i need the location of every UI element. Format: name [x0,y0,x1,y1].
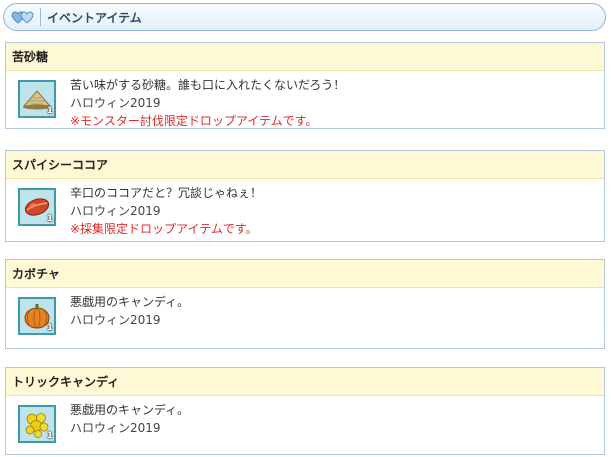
candy-cluster-icon[interactable]: 1 [18,405,56,443]
item-card-pumpkin: カボチャ 1 悪戯用のキャンディ。 ハロウィン2019 [5,259,605,349]
pumpkin-icon[interactable]: 1 [18,297,56,335]
item-count: 1 [46,323,53,333]
item-card-trick-candy: トリックキャンディ 1 悪戯用のキャンディ。 ハロウィン2019 [5,367,605,455]
sugar-pile-icon[interactable]: 1 [18,80,56,118]
item-text: 悪戯用のキャンディ。 ハロウィン2019 [70,293,189,329]
item-count: 1 [46,214,53,224]
item-description: 辛口のココアだと？冗談じゃねぇ！ [70,186,263,200]
double-heart-icon [11,11,34,24]
item-card-bitter-sugar: 苦砂糖 1 苦い味がする砂糖。誰も口に入れたくないだろう！ ハロウィン2019 … [5,42,605,129]
item-text: 辛口のココアだと？冗談じゃねぇ！ ハロウィン2019 ※採集限定ドロップアイテム… [70,184,262,238]
item-count: 1 [46,106,53,116]
item-title: トリックキャンディ [6,368,604,396]
item-event: ハロウィン2019 [70,96,161,110]
item-note: ※モンスター討伐限定ドロップアイテムです。 [70,114,318,128]
header-divider [40,8,41,26]
item-title: カボチャ [6,260,604,288]
item-description: 苦い味がする砂糖。誰も口に入れたくないだろう！ [70,78,346,92]
item-event: ハロウィン2019 [70,204,161,218]
item-description: 悪戯用のキャンディ。 [70,295,190,309]
item-card-spicy-cocoa: スパイシーココア 1 辛口のココアだと？冗談じゃねぇ！ ハロウィン2019 ※採… [5,150,605,242]
item-title: 苦砂糖 [6,43,604,71]
item-description: 悪戯用のキャンディ。 [70,403,190,417]
item-event: ハロウィン2019 [70,313,161,327]
page-title: イベントアイテム [47,10,142,25]
item-title: スパイシーココア [6,151,604,179]
cocoa-bean-icon[interactable]: 1 [18,188,56,226]
item-event: ハロウィン2019 [70,421,161,435]
item-note: ※採集限定ドロップアイテムです。 [70,222,258,236]
item-text: 苦い味がする砂糖。誰も口に入れたくないだろう！ ハロウィン2019 ※モンスター… [70,76,345,130]
item-count: 1 [46,431,53,441]
section-header: イベントアイテム [3,3,606,31]
item-text: 悪戯用のキャンディ。 ハロウィン2019 [70,401,189,437]
